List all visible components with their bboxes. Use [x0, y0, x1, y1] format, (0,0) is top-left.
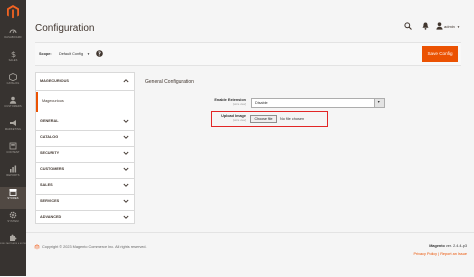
nav-label: SALES — [8, 59, 18, 62]
nav-label: MARKETING — [4, 128, 22, 131]
tab-label: MAGECURIOUS — [40, 79, 69, 83]
store-icon — [9, 189, 17, 196]
scope-bar: Scope: Default Config ▼ ? Save Config — [35, 42, 461, 66]
chevron-down-icon — [123, 135, 129, 139]
footer: Copyright © 2023 Magento Commerce Inc. A… — [26, 232, 474, 277]
search-icon[interactable] — [404, 22, 412, 30]
chevron-down-icon — [123, 199, 129, 203]
content-icon — [9, 142, 17, 150]
nav-system[interactable]: SYSTEM — [0, 210, 26, 232]
chevron-up-icon — [123, 79, 129, 83]
chevron-down-icon — [123, 167, 129, 171]
gear-icon — [9, 211, 17, 219]
help-icon[interactable]: ? — [96, 50, 103, 57]
tab-label: ADVANCED — [40, 215, 62, 219]
tab-label: CUSTOMERS — [40, 167, 65, 171]
bell-icon[interactable] — [422, 22, 429, 30]
user-icon — [9, 96, 17, 104]
nav-marketing[interactable]: MARKETING — [0, 118, 26, 140]
field-scope: [store view] — [232, 119, 246, 122]
svg-text:?: ? — [98, 51, 101, 57]
privacy-policy-link[interactable]: Privacy Policy — [413, 252, 437, 256]
nav-find-partners[interactable]: FIND PARTNERS & EXTENSIONS — [0, 233, 34, 255]
config-tabs: MAGECURIOUS Magecurious GENERAL CATALOG … — [35, 72, 135, 224]
nav-label: FIND PARTNERS & EXTENSIONS — [0, 243, 34, 245]
version-label: Magento — [429, 244, 445, 248]
puzzle-icon — [10, 234, 17, 241]
chevron-down-icon[interactable]: ▼ — [87, 52, 90, 56]
nav-dashboard[interactable]: DASHBOARD — [0, 26, 26, 48]
user-icon[interactable] — [436, 22, 443, 30]
field-label: Upload Image — [221, 114, 246, 118]
report-issue-link[interactable]: Report an Issue — [440, 252, 467, 256]
tab-advanced[interactable]: ADVANCED — [36, 209, 134, 227]
chevron-down-icon — [123, 215, 129, 219]
svg-text:$: $ — [11, 50, 16, 58]
nav-label: CUSTOMERS — [4, 105, 22, 108]
select-arrow[interactable]: ▼ — [374, 99, 384, 107]
scope-label: Scope: — [39, 52, 52, 56]
field-scope: [store view] — [232, 103, 246, 106]
nav-reports[interactable]: REPORTS — [0, 164, 26, 186]
field-label: Enable Extension — [214, 98, 246, 102]
tab-item-label: Magecurious — [42, 99, 64, 103]
nav-content[interactable]: CONTENT — [0, 141, 26, 163]
version-info: Magento ver. 2.4.4-p3 — [429, 244, 467, 248]
magento-logo-small — [34, 244, 40, 250]
footer-links: Privacy Policy | Report an Issue — [413, 252, 467, 256]
file-status: No file chosen — [280, 117, 305, 121]
bar-chart-icon — [10, 165, 17, 173]
nav-label: SYSTEM — [7, 220, 19, 223]
select-value: Disable — [255, 101, 268, 105]
choose-file-button[interactable]: Choose file — [250, 115, 277, 123]
nav-catalog[interactable]: CATALOG — [0, 72, 26, 94]
magento-logo[interactable] — [5, 4, 21, 20]
scope-switcher[interactable]: Default Config — [59, 52, 83, 56]
chevron-down-icon — [123, 183, 129, 187]
chevron-down-icon: ▼ — [377, 100, 381, 104]
nav-sales[interactable]: $ SALES — [0, 49, 26, 71]
tab-label: SERVICES — [40, 199, 60, 203]
nav-label: CONTENT — [6, 151, 20, 154]
tab-label: SALES — [40, 183, 53, 187]
section-title: General Configuration — [145, 79, 194, 85]
chevron-down-icon[interactable]: ▼ — [457, 25, 460, 29]
box-icon — [9, 73, 17, 81]
nav-stores[interactable]: STORES — [0, 187, 26, 209]
chevron-down-icon — [123, 151, 129, 155]
nav-label: STORES — [7, 197, 19, 200]
chevron-down-icon — [123, 119, 129, 123]
tab-magecurious[interactable]: MAGECURIOUS — [36, 73, 134, 91]
dollar-icon: $ — [11, 50, 16, 58]
enable-extension-select[interactable]: Disable ▼ — [251, 98, 385, 108]
nav-customers[interactable]: CUSTOMERS — [0, 95, 26, 117]
nav-label: CATALOG — [6, 82, 20, 85]
megaphone-icon — [10, 120, 16, 126]
version-value: ver. 2.4.4-p3 — [445, 244, 467, 248]
save-config-button[interactable]: Save Config — [422, 46, 458, 62]
tab-label: GENERAL — [40, 119, 59, 123]
nav-label: DASHBOARD — [4, 36, 22, 39]
admin-user-menu[interactable]: admin — [444, 24, 455, 29]
page-title: Configuration — [35, 23, 95, 34]
nav-label: REPORTS — [6, 174, 20, 177]
tab-label: CATALOG — [40, 135, 59, 139]
copyright: Copyright © 2023 Magento Commerce Inc. A… — [42, 245, 147, 249]
tab-label: SECURITY — [40, 151, 60, 155]
dashboard-icon — [9, 29, 17, 34]
admin-sidebar: DASHBOARD $ SALES CATALOG CUSTOMERS MARK… — [0, 0, 34, 276]
tab-item-magecurious[interactable]: Magecurious — [36, 92, 134, 112]
